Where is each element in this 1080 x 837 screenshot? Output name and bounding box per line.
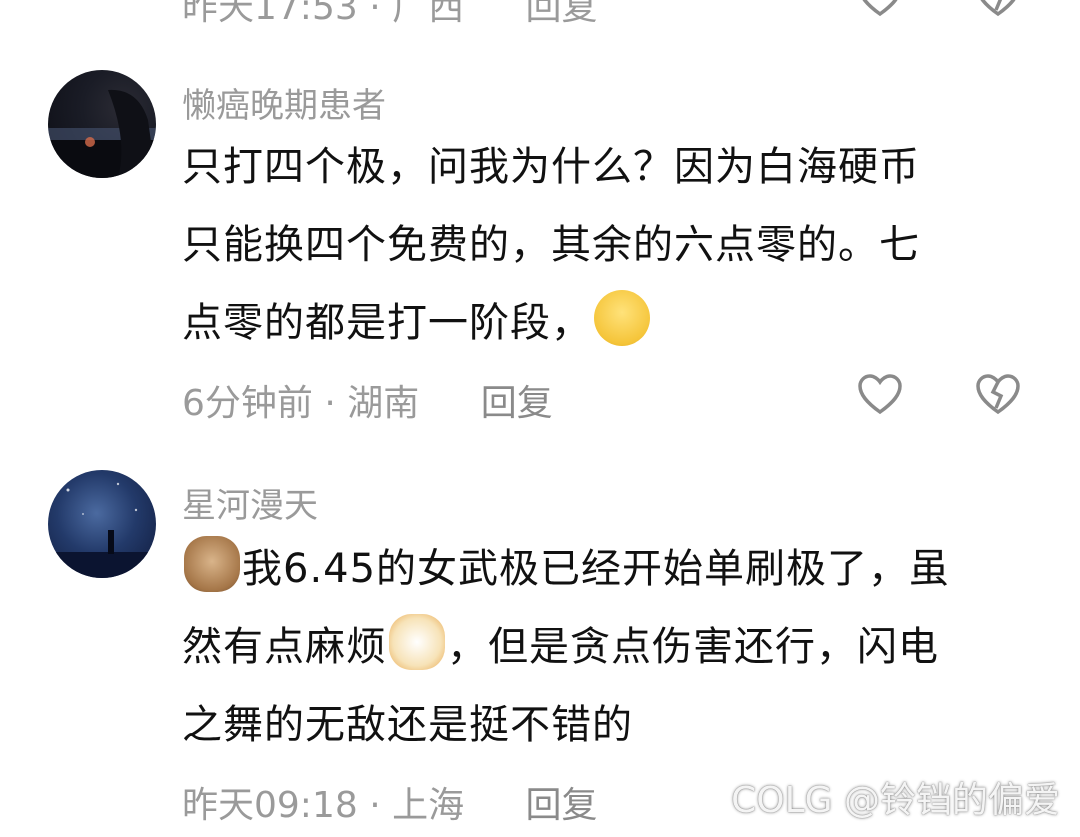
comment-line: 我6.45的女武极已经开始单刷极了，虽: [182, 530, 1012, 608]
comment-line-text: 点零的都是打一阶段，: [182, 300, 592, 346]
heart-outline-icon[interactable]: [856, 0, 904, 18]
comment-line-text: 然有点麻烦: [182, 624, 387, 670]
watermark: COLG @铃铛的偏爱: [731, 780, 1060, 821]
broken-heart-icon[interactable]: [974, 0, 1022, 18]
comment-line: 然有点麻烦 ，但是贪点伤害还行，闪电: [182, 608, 1012, 686]
comment-time-location: 6分钟前 · 湖南: [182, 383, 420, 424]
comment-feed: 昨天17:53 · 广西 回复 懒癌晚期患者 只打四个极，问我为什么？因为白海硬…: [0, 0, 1080, 837]
comment-line: 只打四个极，问我为什么？因为白海硬币: [182, 144, 920, 190]
reply-button[interactable]: 回复: [526, 785, 598, 826]
comment-meta: 6分钟前 · 湖南 回复: [182, 374, 553, 426]
comment-time-location: 昨天09:18 · 上海: [182, 785, 465, 826]
reply-button[interactable]: 回复: [481, 383, 553, 424]
username[interactable]: 星河漫天: [182, 478, 318, 527]
grinning-emoji: [594, 290, 650, 346]
avatar[interactable]: [48, 470, 156, 578]
comment-text: 只打四个极，问我为什么？因为白海硬币 只能换四个免费的，其余的六点零的。七 点零…: [182, 128, 1012, 362]
dog-emoji: [184, 536, 240, 592]
prev-reply-button[interactable]: 回复: [526, 0, 598, 28]
prev-comment-time-location: 昨天17:53 · 广西: [182, 0, 465, 28]
broken-heart-icon[interactable]: [974, 372, 1022, 416]
prev-comment-meta: 昨天17:53 · 广西 回复: [182, 0, 598, 28]
comment-text: 我6.45的女武极已经开始单刷极了，虽 然有点麻烦 ，但是贪点伤害还行，闪电 之舞…: [182, 530, 1012, 764]
prev-comment-actions: [856, 0, 1022, 18]
comment-actions: [856, 372, 1022, 416]
comment-line: 之舞的无敌还是挺不错的: [182, 702, 633, 748]
comment-line-text: ，但是贪点伤害还行，闪电: [447, 624, 939, 670]
avatar[interactable]: [48, 70, 156, 178]
comment-line: 只能换四个免费的，其余的六点零的。七: [182, 222, 920, 268]
username[interactable]: 懒癌晚期患者: [182, 78, 386, 127]
comment-meta: 昨天09:18 · 上海 回复: [182, 776, 598, 828]
comment-line: 点零的都是打一阶段，: [182, 284, 1012, 362]
heart-outline-icon[interactable]: [856, 372, 904, 416]
comment-line-text: 我6.45的女武极已经开始单刷极了，虽: [242, 546, 951, 592]
shiba-emoji: [389, 614, 445, 670]
